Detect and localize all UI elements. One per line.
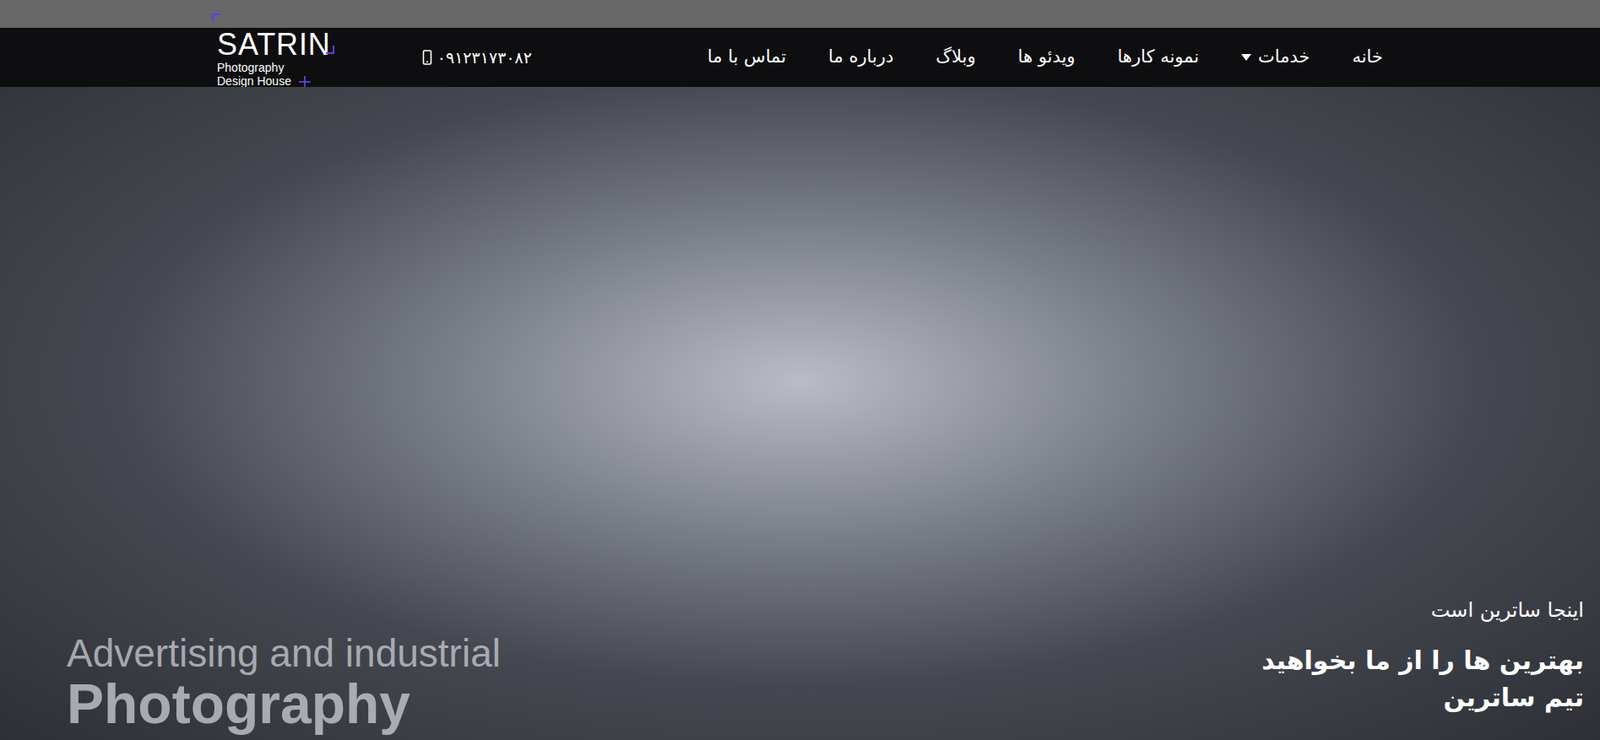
menu-item[interactable]: نمونه کارها	[1117, 43, 1199, 71]
caret-down-icon[interactable]	[1241, 54, 1252, 61]
menu-item[interactable]: ویدئو ها	[1018, 43, 1076, 71]
crosshair-icon	[298, 75, 311, 88]
mobile-icon	[422, 49, 433, 66]
top-strip	[0, 0, 1600, 28]
main-menu: خانه خدمات نمونه کارها ویدئو ها وبلاگ درباره …	[707, 43, 1384, 71]
logo-corner	[325, 45, 335, 55]
hero-caption: Advertising and industrial Photography	[66, 632, 501, 734]
menu-item[interactable]: خانه	[1352, 43, 1384, 71]
hero: Advertising and industrial Photography ا…	[0, 86, 1600, 740]
menu-item[interactable]: تماس با ما	[707, 43, 787, 71]
logo[interactable]: SATRIN Photography Design House	[216, 27, 331, 88]
navbar: SATRIN Photography Design House ۰۹۱۲۳۱۷۳…	[0, 27, 1600, 87]
menu-item[interactable]: درباره ما	[828, 43, 894, 71]
menu-item[interactable]: خدمات	[1241, 43, 1310, 71]
logo-corner	[211, 13, 221, 22]
menu-item[interactable]: وبلاگ	[935, 43, 976, 71]
phone[interactable]: ۰۹۱۲۳۱۷۳۰۸۲	[422, 45, 532, 71]
hero-text: اینجا ساترین است بهترین ها را از ما بخوا…	[1261, 596, 1584, 734]
